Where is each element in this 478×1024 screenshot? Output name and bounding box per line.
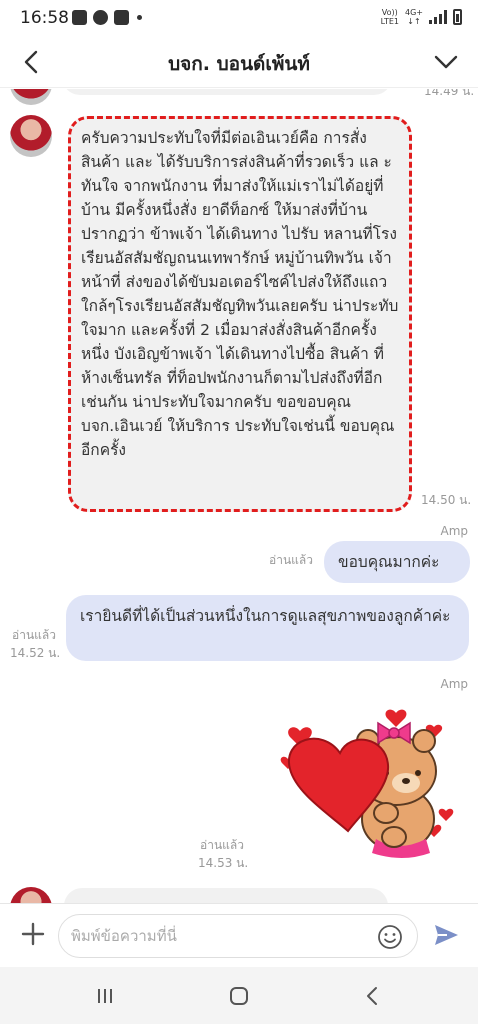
send-icon — [435, 925, 458, 945]
more-notifications-icon — [137, 15, 142, 20]
lte-label: LTE1 — [380, 17, 399, 26]
volte-label: Vo)) — [381, 8, 398, 17]
message-composer — [0, 903, 478, 967]
incoming-message-time: 14.50 น. — [421, 493, 472, 507]
partial-message-time: 14.49 น. — [424, 89, 475, 98]
image-notification-icon — [72, 10, 87, 25]
outgoing-message-text: ขอบคุณมากค่ะ — [338, 553, 440, 571]
incoming-message-text: ครับความประทับใจที่มีต่อเอินเวย์คือ การส… — [81, 129, 399, 459]
nav-back-button[interactable] — [362, 985, 384, 1007]
message-input[interactable] — [71, 915, 371, 957]
sync-notification-icon — [93, 10, 108, 25]
message-input-wrapper — [58, 914, 418, 958]
battery-icon — [453, 9, 462, 25]
outgoing-message-bubble[interactable]: ขอบคุณมากค่ะ — [324, 541, 470, 583]
recent-apps-icon — [98, 989, 112, 1003]
emoji-icon — [378, 925, 402, 949]
signal-icon — [429, 10, 447, 24]
bear-hugging-heart-sticker[interactable] — [278, 701, 458, 861]
notification-icons — [72, 10, 142, 25]
contact-avatar[interactable] — [10, 887, 52, 903]
back-icon — [367, 987, 377, 1005]
chat-title: บจก. บอนด์เพ้นท์ — [168, 53, 310, 75]
line-notification-icon — [114, 10, 129, 25]
chat-header: บจก. บอนด์เพ้นท์ — [0, 36, 478, 88]
recent-apps-button[interactable] — [94, 985, 116, 1007]
read-receipt: อ่านแล้ว — [12, 628, 56, 642]
data-indicator: 4G+ ↓↑ — [405, 8, 423, 26]
send-button[interactable] — [432, 921, 460, 949]
system-status-icons: Vo)) LTE1 4G+ ↓↑ — [381, 8, 462, 26]
contact-avatar[interactable] — [10, 115, 52, 157]
outgoing-message-text: เรายินดีที่ได้เป็นส่วนหนึ่งในการดูแลสุขภ… — [80, 607, 451, 625]
sender-name: Amp — [440, 677, 468, 691]
partial-message-bubble — [62, 89, 392, 95]
home-button[interactable] — [228, 985, 250, 1007]
plus-icon — [21, 922, 45, 946]
emoji-button[interactable] — [377, 924, 403, 950]
chat-menu-button[interactable] — [432, 48, 460, 76]
chat-area[interactable]: 14.49 น. ครับความประทับใจที่มีต่อเอินเวย… — [0, 89, 478, 903]
home-icon — [230, 987, 248, 1005]
outgoing-message-time: 14.52 น. — [10, 646, 61, 660]
incoming-message-bubble[interactable]: ครับความประทับใจที่มีต่อเอินเวย์คือ การส… — [68, 116, 412, 512]
contact-avatar[interactable] — [10, 89, 52, 105]
status-time: 16:58 — [20, 8, 69, 28]
volte-indicator: Vo)) LTE1 — [381, 8, 399, 26]
chevron-down-icon — [434, 55, 458, 69]
data-arrows-label: ↓↑ — [407, 17, 421, 26]
system-navigation-bar — [0, 967, 478, 1024]
sender-name: Amp — [440, 524, 468, 538]
outgoing-message-time: 14.53 น. — [198, 856, 249, 870]
attach-button[interactable] — [18, 919, 48, 949]
read-receipt: อ่านแล้ว — [200, 838, 244, 852]
partial-message-bubble — [64, 888, 388, 903]
read-receipt: อ่านแล้ว — [269, 553, 313, 567]
status-bar: 16:58 Vo)) LTE1 4G+ ↓↑ — [0, 0, 478, 36]
outgoing-message-bubble[interactable]: เรายินดีที่ได้เป็นส่วนหนึ่งในการดูแลสุขภ… — [66, 595, 469, 661]
data-type-label: 4G+ — [405, 8, 423, 17]
